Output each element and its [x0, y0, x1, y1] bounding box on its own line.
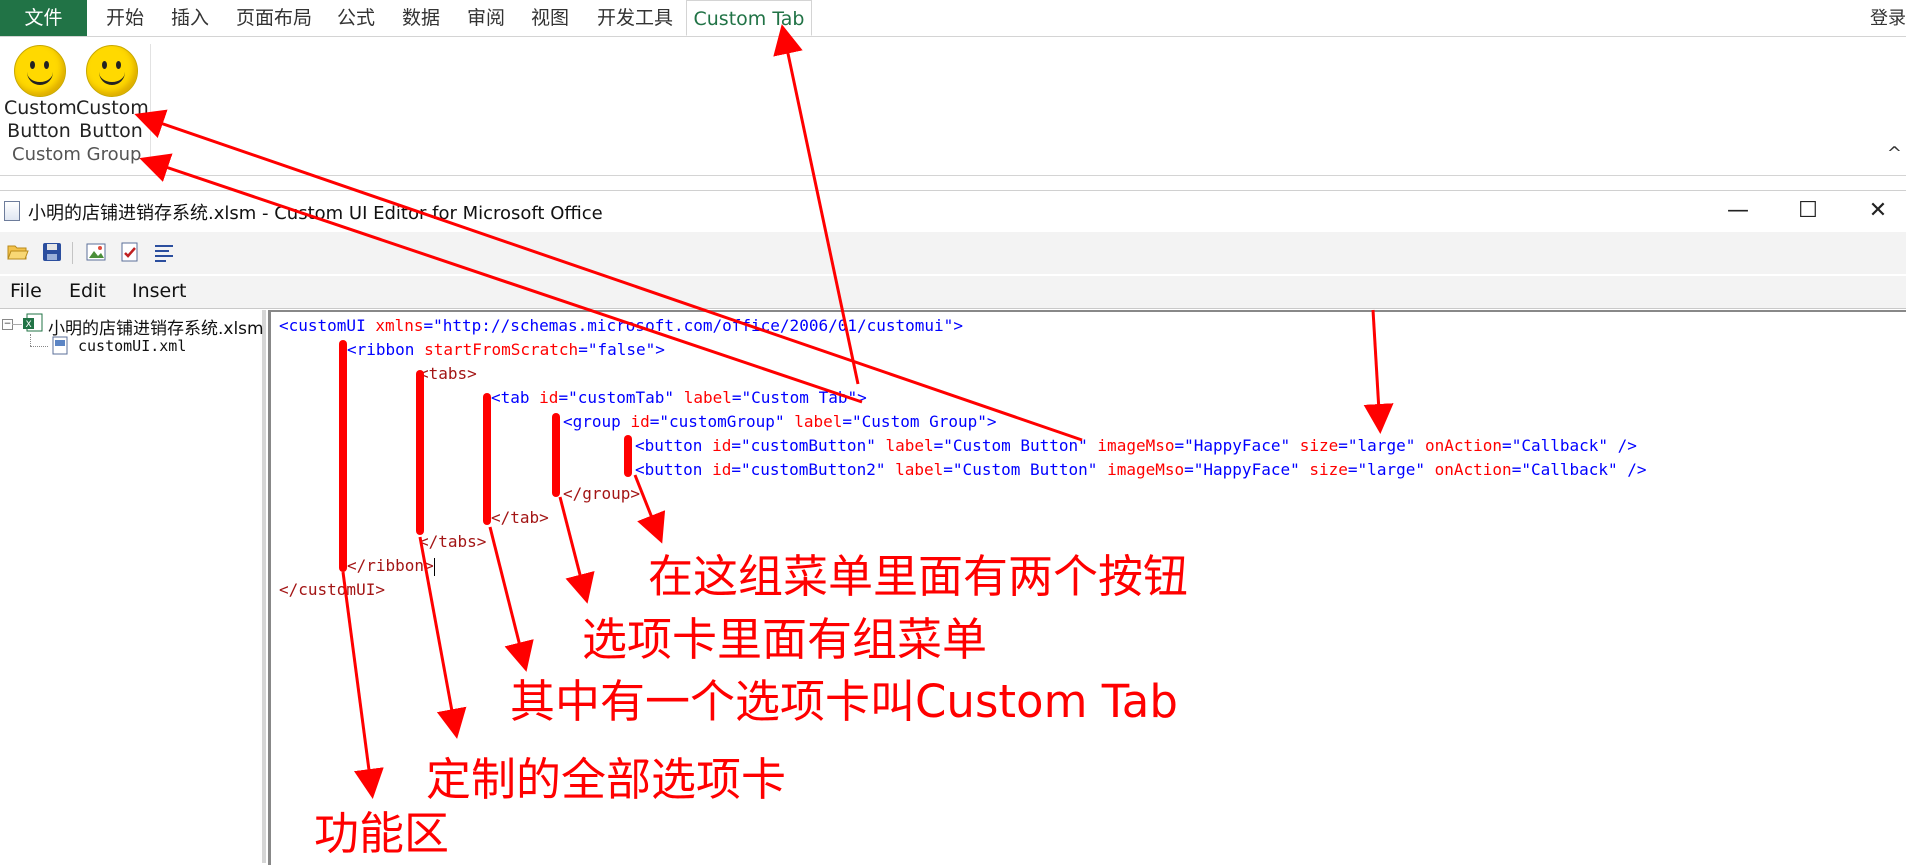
save-icon[interactable] — [40, 240, 64, 264]
tab-insert[interactable]: 插入 — [171, 0, 209, 36]
ribbon-body: Custom Button Custom Button Custom Group ^ — [0, 37, 1906, 176]
code-line-5: <group id="customGroup" label="Custom Gr… — [563, 412, 997, 431]
menu-insert[interactable]: Insert — [132, 280, 187, 302]
app-icon — [4, 201, 20, 221]
code-line-3: <tabs> — [419, 364, 477, 383]
code-line-11: </ribbon> — [347, 556, 435, 576]
tab-file[interactable]: 文件 — [0, 0, 87, 36]
document-tree: − X 小明的店铺进销存系统.xlsm customUI.xml — [0, 310, 266, 863]
svg-text:X: X — [26, 320, 32, 330]
group-label: Custom Group — [12, 144, 142, 165]
code-line-12: </customUI> — [279, 580, 385, 599]
toolbar-separator — [72, 242, 73, 264]
sign-in-link[interactable]: 登录 — [1870, 4, 1906, 30]
tree-connector — [30, 334, 32, 346]
code-line-10: </tabs> — [419, 532, 487, 551]
minimize-button[interactable]: — — [1703, 191, 1773, 231]
window-title: 小明的店铺进销存系统.xlsm - Custom UI Editor for M… — [28, 203, 603, 224]
bracket-buttons — [624, 435, 632, 477]
custom-button-2-label: Custom Button — [76, 97, 149, 142]
code-line-1: <customUI xmlns="http://schemas.microsof… — [279, 316, 963, 335]
bracket-group — [552, 413, 560, 497]
xml-file-icon — [52, 336, 68, 355]
tree-connector — [30, 346, 48, 348]
tab-developer[interactable]: 开发工具 — [597, 0, 673, 36]
ribbon-tab-bar: 文件 开始 插入 页面布局 公式 数据 审阅 视图 开发工具 Custom Ta… — [0, 0, 1906, 37]
annotation-all-tabs: 定制的全部选项卡 — [426, 753, 787, 806]
custom-button-1-label: Custom Button — [4, 97, 77, 142]
tab-home[interactable]: 开始 — [106, 0, 144, 36]
annotation-two-buttons: 在这组菜单里面有两个按钮 — [648, 550, 1189, 603]
close-button[interactable]: ✕ — [1843, 191, 1906, 231]
happy-face-icon — [86, 45, 138, 97]
happy-face-icon — [14, 45, 66, 97]
annotation-ribbon: 功能区 — [314, 807, 450, 860]
tree-root-file[interactable]: 小明的店铺进销存系统.xlsm — [48, 314, 264, 339]
tab-formulas[interactable]: 公式 — [337, 0, 375, 36]
annotation-group-in-tab: 选项卡里面有组菜单 — [582, 613, 988, 666]
validate-icon[interactable] — [118, 240, 142, 264]
code-line-6: <button id="customButton" label="Custom … — [635, 436, 1637, 455]
tab-review[interactable]: 审阅 — [467, 0, 505, 36]
tab-custom-tab[interactable]: Custom Tab — [686, 0, 812, 36]
code-line-4: <tab id="customTab" label="Custom Tab"> — [491, 388, 867, 407]
code-line-9: </tab> — [491, 508, 549, 527]
excel-file-icon: X — [23, 313, 43, 332]
annotation-custom-tab: 其中有一个选项卡叫Custom Tab — [510, 675, 1178, 728]
text-cursor — [433, 557, 435, 576]
menu-file[interactable]: File — [10, 280, 42, 302]
maximize-button[interactable]: ☐ — [1773, 191, 1843, 231]
bracket-tabs — [416, 370, 424, 535]
bracket-ribbon — [339, 340, 347, 572]
menu-bar: File Edit Insert — [0, 276, 1906, 309]
code-line-7: <button id="customButton2" label="Custom… — [635, 460, 1647, 479]
open-folder-icon[interactable] — [6, 240, 30, 264]
code-line-8: </group> — [563, 484, 641, 503]
menu-edit[interactable]: Edit — [69, 280, 106, 302]
custom-button-1[interactable]: Custom Button — [4, 41, 77, 142]
toolbar — [0, 232, 1906, 274]
insert-icons-icon[interactable] — [84, 240, 108, 264]
group-separator — [150, 44, 151, 168]
tab-page-layout[interactable]: 页面布局 — [236, 0, 312, 36]
window-title-bar: 小明的店铺进销存系统.xlsm - Custom UI Editor for M… — [0, 190, 1906, 231]
tree-item-customui-xml[interactable]: customUI.xml — [78, 337, 186, 355]
custom-button-2[interactable]: Custom Button — [76, 41, 149, 142]
code-line-2: <ribbon startFromScratch="false"> — [347, 340, 665, 359]
format-icon[interactable] — [152, 240, 176, 264]
bracket-tab — [483, 393, 491, 525]
tree-connector — [12, 324, 22, 325]
tab-data[interactable]: 数据 — [402, 0, 440, 36]
collapse-ribbon-icon[interactable]: ^ — [1887, 143, 1902, 164]
tab-view[interactable]: 视图 — [531, 0, 569, 36]
